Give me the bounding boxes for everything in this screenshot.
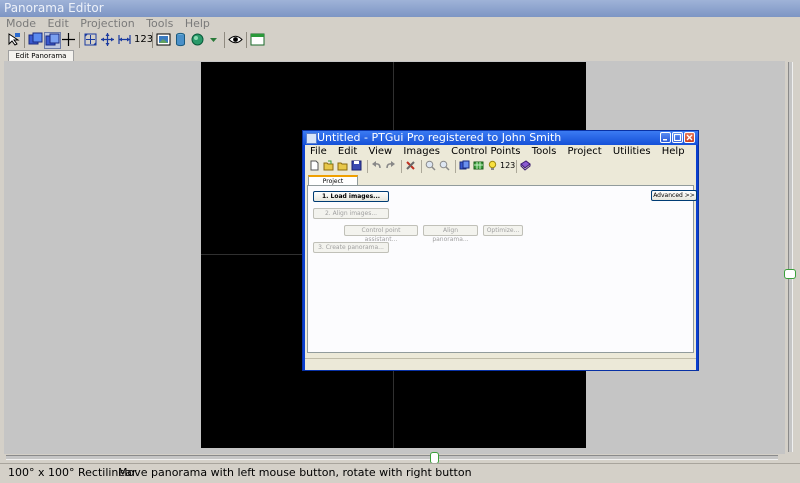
lightbulb-icon[interactable] [487,160,498,171]
fit-panorama-icon[interactable] [83,32,98,47]
toolbar-separator [516,160,517,173]
editor-title: Panorama Editor [4,1,104,15]
numeric-transform-button[interactable]: 123 [134,33,153,47]
preview-image-icon[interactable] [156,32,171,47]
hint-status: Move panorama with left mouse button, ro… [118,466,472,479]
open-recent-icon[interactable] [337,160,348,171]
horizontal-fov-slider[interactable] [6,455,778,460]
ptgui-client-area: File Edit View Images Control Points Too… [305,145,697,371]
menu-utilities[interactable]: Utilities [613,146,651,157]
close-icon[interactable] [684,132,695,143]
new-file-icon[interactable] [309,160,320,171]
editor-menu-projection[interactable]: Projection [80,17,134,30]
minimize-icon[interactable] [660,132,671,143]
menu-images[interactable]: Images [403,146,440,157]
editor-toolbar: 123 [0,30,800,51]
load-images-button[interactable]: 1. Load images... [313,191,389,202]
menu-file[interactable]: File [310,146,327,157]
sphere-icon[interactable] [190,32,205,47]
toolbar-separator [401,160,402,173]
zoom-out-icon[interactable] [439,160,450,171]
table-icon[interactable] [473,160,484,171]
menu-view[interactable]: View [368,146,392,157]
move-center-icon[interactable] [100,32,115,47]
toolbar-separator [421,160,422,173]
editor-status-bar: 100° x 100° Rectilinear Move panorama wi… [0,463,800,483]
menu-control-points[interactable]: Control Points [451,146,520,157]
toolbar-separator [224,32,225,48]
toolbar-separator [367,160,368,173]
image-stack-selected-icon[interactable] [44,32,61,49]
eye-icon[interactable] [228,32,243,47]
editor-title-bar[interactable]: Panorama Editor [0,0,800,17]
menu-help[interactable]: Help [662,146,685,157]
editor-menu-mode[interactable]: Mode [6,17,36,30]
undo-icon[interactable] [371,160,382,171]
select-tool-icon[interactable] [6,32,21,47]
ptgui-window: Untitled - PTGui Pro registered to John … [302,130,699,371]
vertical-fov-slider[interactable] [788,62,793,452]
menu-tools[interactable]: Tools [532,146,557,157]
save-icon[interactable] [351,160,362,171]
level-icon[interactable] [117,32,132,47]
crosshair-icon[interactable] [61,32,76,47]
menu-edit[interactable]: Edit [338,146,357,157]
redo-icon[interactable] [385,160,396,171]
editor-menu-edit[interactable]: Edit [47,17,68,30]
help-book-icon[interactable] [520,160,531,171]
toolbar-separator [79,32,80,48]
tools-icon[interactable] [405,160,416,171]
editor-menu-help[interactable]: Help [185,17,210,30]
window-icon[interactable] [250,32,265,47]
tab-project-assistant[interactable]: Project Assistant [308,175,358,195]
ptgui-title: Untitled - PTGui Pro registered to John … [317,131,562,144]
editor-menu-tools[interactable]: Tools [146,17,173,30]
ptgui-toolbar: 123 [305,158,696,175]
ptgui-status-bar [305,358,696,371]
toolbar-separator [152,32,153,48]
open-folder-icon[interactable] [323,160,334,171]
project-assistant-panel: 1. Load images... Advanced >> 2. Align i… [307,185,697,353]
optimize-button[interactable]: Optimize... [483,225,523,236]
cylinder-icon[interactable] [173,32,188,47]
toolbar-separator [246,32,247,48]
control-point-assistant-button[interactable]: Control point assistant... [344,225,418,243]
tab-edit-panorama[interactable]: Edit Panorama [8,50,74,61]
ptgui-menubar: File Edit View Images Control Points Too… [305,145,696,158]
ptgui-title-bar[interactable]: Untitled - PTGui Pro registered to John … [303,131,698,145]
image-stack-icon[interactable] [28,32,43,47]
align-images-button[interactable]: 2. Align images... [313,208,389,219]
toolbar-separator [24,32,25,48]
editor-tab-strip: Edit Panorama [0,50,800,61]
create-panorama-button[interactable]: 3. Create panorama... [313,242,389,253]
menu-project[interactable]: Project [568,146,602,157]
toolbar-separator [455,160,456,173]
advanced-button[interactable]: Advanced >> [651,190,697,201]
maximize-icon[interactable] [672,132,683,143]
vertical-slider-handle[interactable] [784,269,796,279]
zoom-in-icon[interactable] [425,160,436,171]
editor-menubar: Mode Edit Projection Tools Help [0,17,800,30]
numeric-button[interactable]: 123 [500,160,515,172]
chevron-down-icon[interactable] [206,32,221,47]
panorama-editor-icon[interactable] [459,160,470,171]
app-icon [306,133,317,144]
align-panorama-button[interactable]: Align panorama... [423,225,478,243]
